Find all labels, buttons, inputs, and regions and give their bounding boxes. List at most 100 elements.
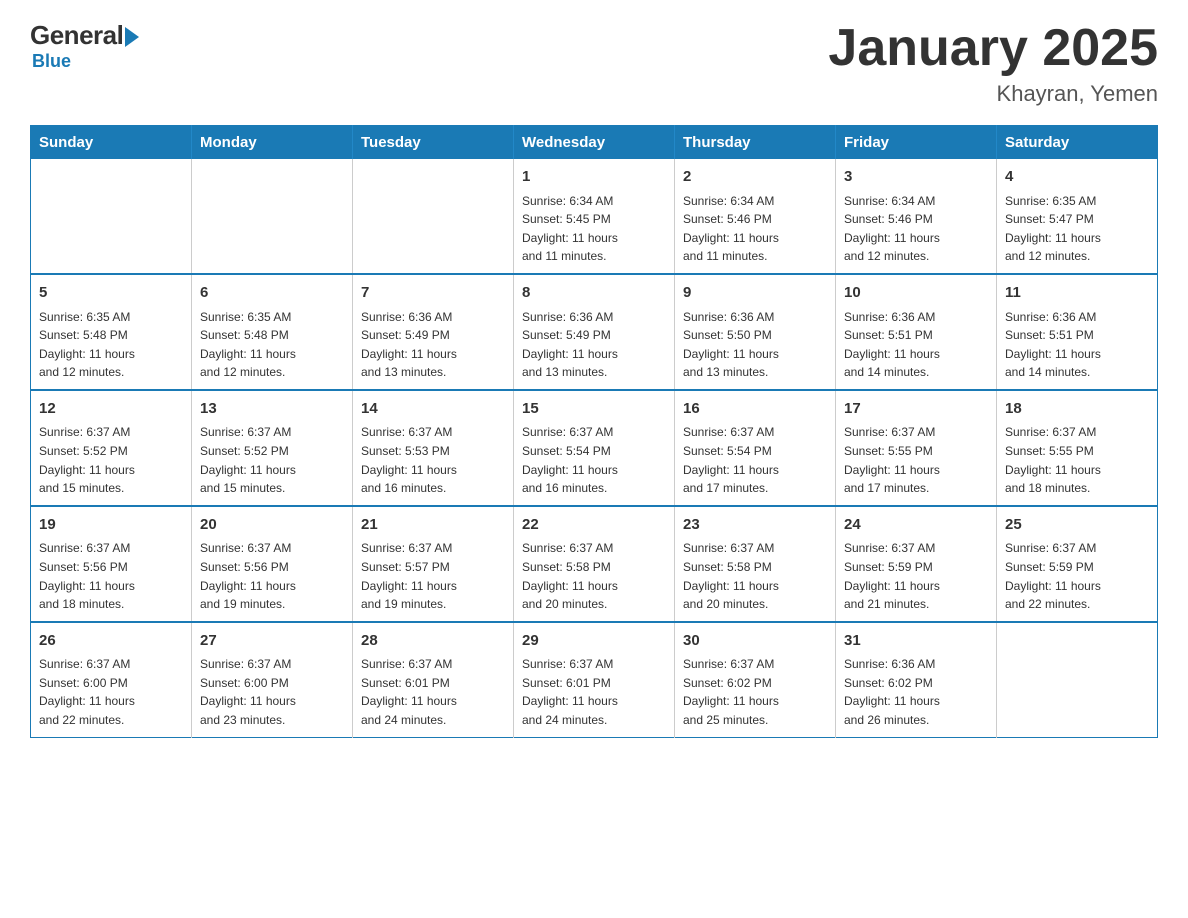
calendar-cell: 24Sunrise: 6:37 AMSunset: 5:59 PMDayligh… (836, 506, 997, 622)
day-info: Sunrise: 6:37 AMSunset: 5:58 PMDaylight:… (522, 539, 666, 613)
calendar-cell: 9Sunrise: 6:36 AMSunset: 5:50 PMDaylight… (675, 274, 836, 390)
day-number: 23 (683, 514, 827, 537)
calendar-week-row: 26Sunrise: 6:37 AMSunset: 6:00 PMDayligh… (31, 622, 1158, 737)
day-number: 24 (844, 514, 988, 537)
day-number: 28 (361, 630, 505, 653)
calendar-cell: 3 Sunrise: 6:34 AMSunset: 5:46 PMDaylight… (836, 159, 997, 274)
calendar-cell (353, 159, 514, 274)
day-info: Sunrise: 6:37 AMSunset: 6:01 PMDaylight:… (361, 655, 505, 729)
day-number: 12 (39, 398, 183, 421)
calendar-cell: 8Sunrise: 6:36 AMSunset: 5:49 PMDaylight… (514, 274, 675, 390)
day-number: 2 (683, 166, 827, 189)
calendar-cell: 15Sunrise: 6:37 AMSunset: 5:54 PMDayligh… (514, 390, 675, 506)
calendar-cell: 27Sunrise: 6:37 AMSunset: 6:00 PMDayligh… (192, 622, 353, 737)
day-number: 10 (844, 282, 988, 305)
day-info: Sunrise: 6:37 AMSunset: 5:55 PMDaylight:… (1005, 423, 1149, 497)
day-info: Sunrise: 6:35 AMSunset: 5:48 PMDaylight:… (200, 308, 344, 382)
day-info: Sunrise: 6:34 AMSunset: 5:46 PMDaylight:… (683, 192, 827, 266)
logo: General Blue (30, 20, 139, 72)
calendar-cell (31, 159, 192, 274)
day-info: Sunrise: 6:35 AMSunset: 5:47 PMDaylight:… (1005, 192, 1149, 266)
logo-general-text: General (30, 20, 123, 51)
calendar-cell (997, 622, 1158, 737)
day-info: Sunrise: 6:34 AMSunset: 5:45 PMDaylight:… (522, 192, 666, 266)
calendar-cell: 16Sunrise: 6:37 AMSunset: 5:54 PMDayligh… (675, 390, 836, 506)
header-thursday: Thursday (675, 126, 836, 160)
day-info: Sunrise: 6:37 AMSunset: 5:59 PMDaylight:… (1005, 539, 1149, 613)
day-info: Sunrise: 6:37 AMSunset: 5:58 PMDaylight:… (683, 539, 827, 613)
day-number: 1 (522, 166, 666, 189)
day-info: Sunrise: 6:37 AMSunset: 5:54 PMDaylight:… (683, 423, 827, 497)
day-info: Sunrise: 6:34 AMSunset: 5:46 PMDaylight:… (844, 192, 988, 266)
day-info: Sunrise: 6:37 AMSunset: 5:59 PMDaylight:… (844, 539, 988, 613)
day-number: 19 (39, 514, 183, 537)
day-number: 6 (200, 282, 344, 305)
day-info: Sunrise: 6:36 AMSunset: 5:49 PMDaylight:… (361, 308, 505, 382)
calendar-cell: 26Sunrise: 6:37 AMSunset: 6:00 PMDayligh… (31, 622, 192, 737)
day-info: Sunrise: 6:35 AMSunset: 5:48 PMDaylight:… (39, 308, 183, 382)
calendar-cell: 22Sunrise: 6:37 AMSunset: 5:58 PMDayligh… (514, 506, 675, 622)
header-sunday: Sunday (31, 126, 192, 160)
calendar-cell: 10 Sunrise: 6:36 AMSunset: 5:51 PMDayligh… (836, 274, 997, 390)
calendar-cell: 12Sunrise: 6:37 AMSunset: 5:52 PMDayligh… (31, 390, 192, 506)
page-header: General Blue January 2025 Khayran, Yemen (30, 20, 1158, 107)
calendar-cell: 18Sunrise: 6:37 AMSunset: 5:55 PMDayligh… (997, 390, 1158, 506)
calendar-cell: 30Sunrise: 6:37 AMSunset: 6:02 PMDayligh… (675, 622, 836, 737)
calendar-cell: 17Sunrise: 6:37 AMSunset: 5:55 PMDayligh… (836, 390, 997, 506)
header-tuesday: Tuesday (353, 126, 514, 160)
logo-blue-text: Blue (32, 51, 71, 72)
day-number: 22 (522, 514, 666, 537)
calendar-cell: 31Sunrise: 6:36 AMSunset: 6:02 PMDayligh… (836, 622, 997, 737)
calendar-header-row: SundayMondayTuesdayWednesdayThursdayFrid… (31, 126, 1158, 160)
day-number: 25 (1005, 514, 1149, 537)
day-number: 30 (683, 630, 827, 653)
day-info: Sunrise: 6:37 AMSunset: 6:00 PMDaylight:… (200, 655, 344, 729)
calendar-cell: 1 Sunrise: 6:34 AMSunset: 5:45 PMDaylight… (514, 159, 675, 274)
calendar-cell: 29Sunrise: 6:37 AMSunset: 6:01 PMDayligh… (514, 622, 675, 737)
day-info: Sunrise: 6:37 AMSunset: 5:56 PMDaylight:… (200, 539, 344, 613)
day-number: 18 (1005, 398, 1149, 421)
day-number: 15 (522, 398, 666, 421)
day-number: 29 (522, 630, 666, 653)
day-number: 16 (683, 398, 827, 421)
calendar-cell: 25Sunrise: 6:37 AMSunset: 5:59 PMDayligh… (997, 506, 1158, 622)
calendar-cell (192, 159, 353, 274)
day-info: Sunrise: 6:37 AMSunset: 5:52 PMDaylight:… (39, 423, 183, 497)
day-number: 11 (1005, 282, 1149, 305)
header-wednesday: Wednesday (514, 126, 675, 160)
calendar-cell: 2 Sunrise: 6:34 AMSunset: 5:46 PMDaylight… (675, 159, 836, 274)
day-info: Sunrise: 6:37 AMSunset: 5:52 PMDaylight:… (200, 423, 344, 497)
day-number: 8 (522, 282, 666, 305)
header-monday: Monday (192, 126, 353, 160)
day-info: Sunrise: 6:37 AMSunset: 6:01 PMDaylight:… (522, 655, 666, 729)
day-info: Sunrise: 6:37 AMSunset: 5:53 PMDaylight:… (361, 423, 505, 497)
day-number: 14 (361, 398, 505, 421)
logo-arrow-icon (125, 27, 139, 47)
day-info: Sunrise: 6:37 AMSunset: 6:00 PMDaylight:… (39, 655, 183, 729)
calendar-subtitle: Khayran, Yemen (828, 81, 1158, 107)
day-number: 26 (39, 630, 183, 653)
calendar-title: January 2025 (828, 20, 1158, 77)
day-info: Sunrise: 6:36 AMSunset: 5:51 PMDaylight:… (844, 308, 988, 382)
day-info: Sunrise: 6:36 AMSunset: 5:51 PMDaylight:… (1005, 308, 1149, 382)
day-info: Sunrise: 6:36 AMSunset: 6:02 PMDaylight:… (844, 655, 988, 729)
day-number: 3 (844, 166, 988, 189)
calendar-cell: 21Sunrise: 6:37 AMSunset: 5:57 PMDayligh… (353, 506, 514, 622)
day-number: 7 (361, 282, 505, 305)
calendar-week-row: 5 Sunrise: 6:35 AMSunset: 5:48 PMDaylight… (31, 274, 1158, 390)
day-info: Sunrise: 6:37 AMSunset: 5:54 PMDaylight:… (522, 423, 666, 497)
day-number: 4 (1005, 166, 1149, 189)
day-number: 20 (200, 514, 344, 537)
calendar-week-row: 1 Sunrise: 6:34 AMSunset: 5:45 PMDaylight… (31, 159, 1158, 274)
day-number: 27 (200, 630, 344, 653)
day-number: 5 (39, 282, 183, 305)
calendar-cell: 14Sunrise: 6:37 AMSunset: 5:53 PMDayligh… (353, 390, 514, 506)
day-number: 21 (361, 514, 505, 537)
day-number: 31 (844, 630, 988, 653)
calendar-cell: 20Sunrise: 6:37 AMSunset: 5:56 PMDayligh… (192, 506, 353, 622)
calendar-cell: 13Sunrise: 6:37 AMSunset: 5:52 PMDayligh… (192, 390, 353, 506)
header-friday: Friday (836, 126, 997, 160)
day-info: Sunrise: 6:37 AMSunset: 5:57 PMDaylight:… (361, 539, 505, 613)
title-section: January 2025 Khayran, Yemen (828, 20, 1158, 107)
calendar-cell: 23Sunrise: 6:37 AMSunset: 5:58 PMDayligh… (675, 506, 836, 622)
